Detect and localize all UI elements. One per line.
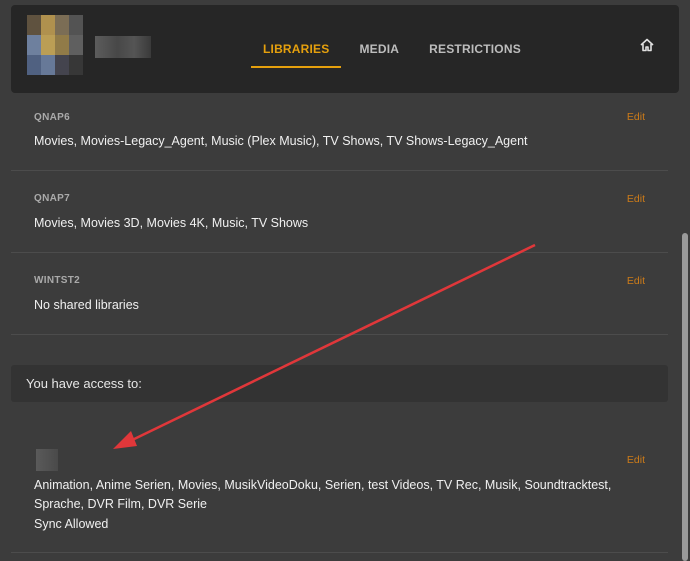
access-heading: You have access to:	[26, 376, 142, 391]
tab-restrictions[interactable]: RESTRICTIONS	[429, 42, 521, 56]
home-icon[interactable]	[639, 37, 655, 53]
scrollbar[interactable]	[682, 233, 688, 561]
plex-sharing-page: LIBRARIES MEDIA RESTRICTIONS QNAP6 Movie…	[0, 0, 690, 561]
edit-link[interactable]: Edit	[627, 454, 645, 466]
access-libraries: Animation, Anime Serien, Movies, MusikVi…	[34, 478, 612, 511]
owner-name-redacted	[36, 449, 58, 471]
username-redacted	[95, 36, 151, 58]
tab-media[interactable]: MEDIA	[359, 42, 399, 56]
server-libraries: No shared libraries	[34, 298, 139, 312]
server-name: QNAP6	[34, 112, 70, 123]
server-libraries: Movies, Movies 3D, Movies 4K, Music, TV …	[34, 216, 309, 230]
tab-bar: LIBRARIES MEDIA RESTRICTIONS	[250, 5, 551, 93]
sync-status: Sync Allowed	[34, 517, 109, 531]
user-header: LIBRARIES MEDIA RESTRICTIONS	[11, 5, 679, 93]
user-avatar	[27, 15, 83, 75]
tab-libraries[interactable]: LIBRARIES	[250, 42, 343, 68]
server-name: QNAP7	[34, 193, 70, 204]
server-row-qnap7: QNAP7 Movies, Movies 3D, Movies 4K, Musi…	[11, 171, 668, 253]
access-section-header: You have access to:	[11, 365, 668, 402]
edit-link[interactable]: Edit	[627, 193, 645, 205]
server-libraries: Movies, Movies-Legacy_Agent, Music (Plex…	[34, 134, 528, 148]
edit-link[interactable]: Edit	[627, 275, 645, 287]
server-name: WINTST2	[34, 275, 80, 286]
access-row: Animation, Anime Serien, Movies, MusikVi…	[11, 402, 668, 553]
edit-link[interactable]: Edit	[627, 111, 645, 123]
server-row-qnap6: QNAP6 Movies, Movies-Legacy_Agent, Music…	[11, 93, 668, 171]
server-row-wintst2: WINTST2 No shared libraries Edit	[11, 253, 668, 335]
